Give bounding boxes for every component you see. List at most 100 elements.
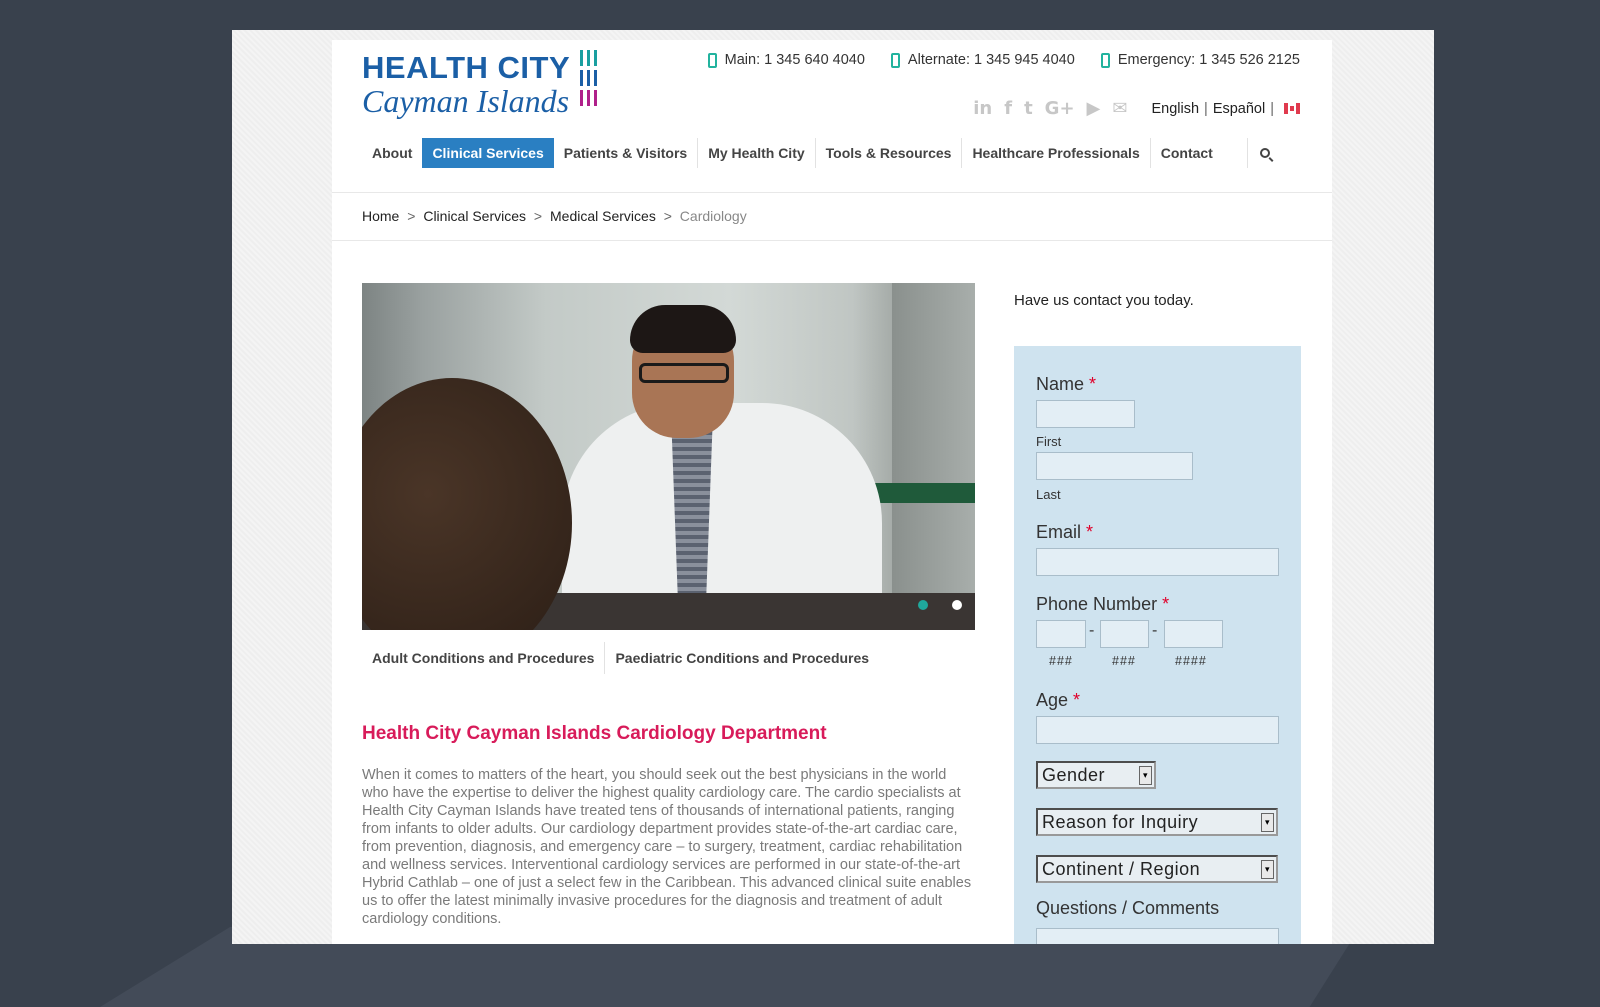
main-nav: About Clinical Services Patients & Visit…: [362, 138, 1223, 168]
chevron-down-icon: ▾: [1261, 860, 1274, 879]
reason-select-value: Reason for Inquiry: [1042, 812, 1199, 832]
last-name-input[interactable]: [1036, 452, 1193, 480]
age-label: Age *: [1036, 690, 1080, 711]
slider-dots: [918, 600, 962, 610]
region-select-value: Continent / Region: [1042, 859, 1201, 879]
phone-prefix-hint: ###: [1112, 654, 1136, 668]
nav-patients-visitors[interactable]: Patients & Visitors: [554, 138, 699, 168]
nav-tools-resources[interactable]: Tools & Resources: [816, 138, 963, 168]
search-button[interactable]: [1247, 138, 1281, 168]
language-english[interactable]: English: [1151, 101, 1199, 117]
logo-bar-row: [580, 50, 602, 66]
web-page: HEALTH CITY Cayman Islands Main: 1 345 6…: [332, 40, 1332, 944]
intro-paragraph: When it comes to matters of the heart, y…: [362, 767, 972, 927]
slider-dot[interactable]: [952, 600, 962, 610]
first-name-input[interactable]: [1036, 400, 1135, 428]
contact-form: Name * First Last Email * Phone Number *…: [1014, 346, 1301, 944]
header-divider: [332, 192, 1332, 193]
email-input[interactable]: [1036, 548, 1279, 576]
contact-alternate[interactable]: Alternate: 1 345 945 4040: [890, 52, 1075, 68]
breadcrumb-home[interactable]: Home: [362, 208, 399, 224]
gender-select-value: Gender: [1042, 765, 1106, 785]
google-plus-icon[interactable]: G+: [1045, 98, 1075, 119]
phone-line-hint: ####: [1175, 654, 1207, 668]
phone-area-input[interactable]: [1036, 620, 1086, 648]
email-icon[interactable]: ✉: [1112, 98, 1127, 119]
phone-line-input[interactable]: [1164, 620, 1223, 648]
nav-clinical-services[interactable]: Clinical Services: [422, 138, 554, 168]
email-label: Email *: [1036, 522, 1093, 543]
contact-main[interactable]: Main: 1 345 640 4040: [707, 52, 865, 68]
required-mark: *: [1162, 594, 1170, 614]
site-logo[interactable]: HEALTH CITY Cayman Islands: [362, 50, 602, 120]
chevron-down-icon: ▾: [1139, 766, 1152, 785]
search-icon: [1259, 148, 1270, 158]
region-select[interactable]: Continent / Region ▾: [1036, 855, 1278, 883]
email-label-text: Email: [1036, 522, 1082, 542]
language-separator: |: [1204, 100, 1208, 117]
doctor-coat: [562, 403, 882, 613]
contact-emergency-label: Emergency: 1 345 526 2125: [1117, 52, 1300, 68]
twitter-icon[interactable]: t: [1024, 98, 1033, 119]
last-name-hint: Last: [1036, 487, 1061, 502]
breadcrumb: Home > Clinical Services > Medical Servi…: [362, 208, 747, 224]
gender-select[interactable]: Gender ▾: [1036, 761, 1156, 789]
nav-about[interactable]: About: [362, 138, 422, 168]
facebook-icon[interactable]: f: [1004, 98, 1012, 119]
breadcrumb-medical-services[interactable]: Medical Services: [550, 208, 656, 224]
required-mark: *: [1073, 690, 1081, 710]
required-mark: *: [1086, 522, 1094, 542]
comments-textarea[interactable]: [1036, 928, 1279, 944]
logo-bar-row: [580, 90, 602, 106]
tab-paediatric-conditions[interactable]: Paediatric Conditions and Procedures: [604, 642, 879, 674]
phone-dash: -: [1089, 622, 1095, 639]
phone-area-hint: ###: [1049, 654, 1073, 668]
contact-emergency[interactable]: Emergency: 1 345 526 2125: [1100, 52, 1300, 68]
name-label-text: Name: [1036, 374, 1085, 394]
mobile-phone-icon: [707, 52, 717, 68]
phone-label: Phone Number *: [1036, 594, 1169, 615]
nav-healthcare-professionals[interactable]: Healthcare Professionals: [962, 138, 1151, 168]
age-input[interactable]: [1036, 716, 1279, 744]
hero-image-slider[interactable]: [362, 283, 975, 630]
logo-title: HEALTH CITY: [362, 50, 571, 85]
reason-select[interactable]: Reason for Inquiry ▾: [1036, 808, 1278, 836]
logo-bars-icon: [580, 50, 602, 108]
browser-frame: HEALTH CITY Cayman Islands Main: 1 345 6…: [232, 30, 1434, 944]
linkedin-icon[interactable]: in: [973, 98, 992, 119]
slider-dot-active[interactable]: [918, 600, 928, 610]
nav-my-health-city[interactable]: My Health City: [698, 138, 816, 168]
language-espanol[interactable]: Español: [1213, 101, 1265, 117]
name-label: Name *: [1036, 374, 1096, 395]
hero-photo-panel: [892, 283, 975, 630]
breadcrumb-separator: >: [663, 208, 672, 224]
breadcrumb-separator: >: [533, 208, 543, 224]
nav-contact[interactable]: Contact: [1151, 138, 1223, 168]
mobile-phone-icon: [1100, 52, 1110, 68]
logo-bar-row: [580, 70, 602, 86]
required-mark: *: [1089, 374, 1097, 394]
breadcrumb-separator: >: [407, 208, 416, 224]
mobile-phone-icon: [890, 52, 900, 68]
phone-dash: -: [1152, 622, 1158, 639]
logo-subtitle: Cayman Islands: [362, 83, 570, 119]
phone-label-text: Phone Number: [1036, 594, 1158, 614]
comments-label: Questions / Comments: [1036, 898, 1220, 918]
chevron-down-icon: ▾: [1261, 813, 1274, 832]
tab-adult-conditions[interactable]: Adult Conditions and Procedures: [362, 642, 604, 674]
page-heading: Health City Cayman Islands Cardiology De…: [362, 723, 827, 744]
canada-flag-icon[interactable]: [1284, 103, 1300, 114]
contact-numbers: Main: 1 345 640 4040 Alternate: 1 345 94…: [707, 52, 1300, 68]
contact-alternate-label: Alternate: 1 345 945 4040: [907, 52, 1075, 68]
social-and-language: in f t G+ ▶ ✉ English | Español |: [973, 98, 1300, 119]
contact-form-intro: Have us contact you today.: [1014, 292, 1194, 309]
first-name-hint: First: [1036, 434, 1062, 449]
phone-prefix-input[interactable]: [1100, 620, 1149, 648]
youtube-icon[interactable]: ▶: [1087, 98, 1101, 119]
age-label-text: Age: [1036, 690, 1069, 710]
condition-tabs: Adult Conditions and Procedures Paediatr…: [362, 642, 879, 674]
language-separator: |: [1270, 100, 1274, 117]
doctor-hair: [630, 305, 736, 353]
breadcrumb-clinical-services[interactable]: Clinical Services: [423, 208, 526, 224]
doctor-glasses: [639, 363, 729, 383]
